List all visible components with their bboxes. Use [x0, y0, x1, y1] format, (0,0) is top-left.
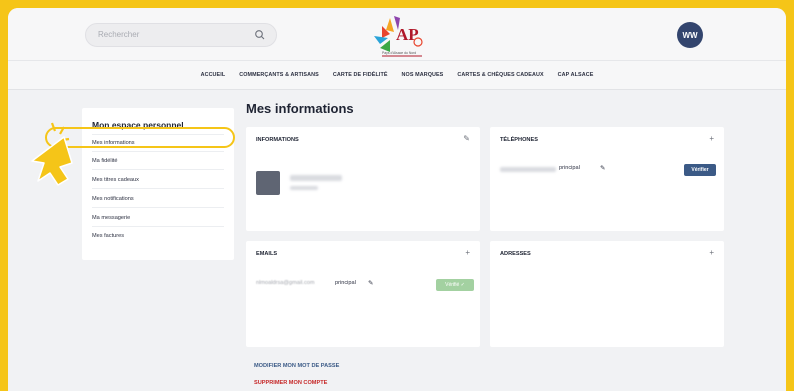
divider [92, 151, 224, 152]
phone-label: principal [559, 165, 580, 171]
edit-phone-icon[interactable]: ✎ [600, 164, 605, 172]
edit-email-icon[interactable]: ✎ [368, 279, 373, 287]
card-title: ADRESSES [500, 251, 531, 257]
avatar[interactable]: WW [677, 22, 703, 48]
email-label: principal [335, 280, 356, 286]
sidebar-item-factures[interactable]: Mes factures [92, 233, 124, 239]
divider [92, 169, 224, 170]
delete-account-link[interactable]: SUPPRIMER MON COMPTE [254, 380, 327, 386]
card-title: INFORMATIONS [256, 137, 299, 143]
phone-redacted [500, 167, 556, 172]
sidebar-item-titres-cadeaux[interactable]: Mes titres cadeaux [92, 177, 139, 183]
profile-picture [256, 171, 280, 195]
add-email-button[interactable]: + [465, 248, 470, 257]
edit-icon[interactable]: ✎ [463, 134, 470, 143]
card-title: TÉLÉPHONES [500, 137, 538, 143]
page-title: Mes informations [246, 101, 354, 116]
sidebar-item-fidelite[interactable]: Ma fidélité [92, 158, 118, 164]
telephones-card: TÉLÉPHONES + principal ✎ Vérifier [490, 127, 724, 231]
search-placeholder: Rechercher [98, 30, 140, 39]
divider [92, 188, 224, 189]
card-title: EMAILS [256, 251, 278, 257]
nav-cap-alsace[interactable]: CAP ALSACE [558, 72, 594, 78]
search-input[interactable]: Rechercher [85, 23, 277, 47]
informations-card: INFORMATIONS ✎ [246, 127, 480, 231]
nav-cartes-cheques[interactable]: CARTES & CHÈQUES CADEAUX [457, 72, 543, 78]
sidebar-item-messagerie[interactable]: Ma messagerie [92, 215, 130, 221]
adresses-card: ADRESSES + [490, 241, 724, 347]
app-window: Rechercher AP Pays d'Alsace du Nord WW A… [8, 8, 786, 391]
pointer-hand-icon [31, 122, 73, 186]
verify-button[interactable]: Vérifier [684, 164, 716, 176]
avatar-initials: WW [682, 30, 698, 40]
add-address-button[interactable]: + [709, 248, 714, 257]
emails-card: EMAILS + nlmoaldrsa@gmail.com principal … [246, 241, 480, 347]
date-redacted [290, 186, 318, 190]
cap-logo[interactable]: AP Pays d'Alsace du Nord [360, 12, 440, 58]
nav-nos-marques[interactable]: NOS MARQUES [402, 72, 444, 78]
divider [92, 226, 224, 227]
nav-carte-fidelite[interactable]: CARTE DE FIDÉLITÉ [333, 72, 388, 78]
name-redacted [290, 175, 342, 181]
divider [92, 207, 224, 208]
search-icon[interactable] [254, 29, 266, 41]
sidebar-item-notifications[interactable]: Mes notifications [92, 196, 134, 202]
main-nav: ACCUEIL COMMERÇANTS & ARTISANS CARTE DE … [8, 60, 786, 90]
header: Rechercher AP Pays d'Alsace du Nord WW [8, 8, 786, 60]
nav-accueil[interactable]: ACCUEIL [201, 72, 226, 78]
verified-badge: Vérifié ✓ [436, 279, 474, 291]
email-value: nlmoaldrsa@gmail.com [256, 280, 315, 286]
add-phone-button[interactable]: + [709, 134, 714, 143]
change-password-link[interactable]: MODIFIER MON MOT DE PASSE [254, 363, 339, 369]
svg-text:Pays d'Alsace du Nord: Pays d'Alsace du Nord [382, 51, 416, 55]
nav-commercants[interactable]: COMMERÇANTS & ARTISANS [239, 72, 319, 78]
svg-text:AP: AP [396, 25, 419, 44]
